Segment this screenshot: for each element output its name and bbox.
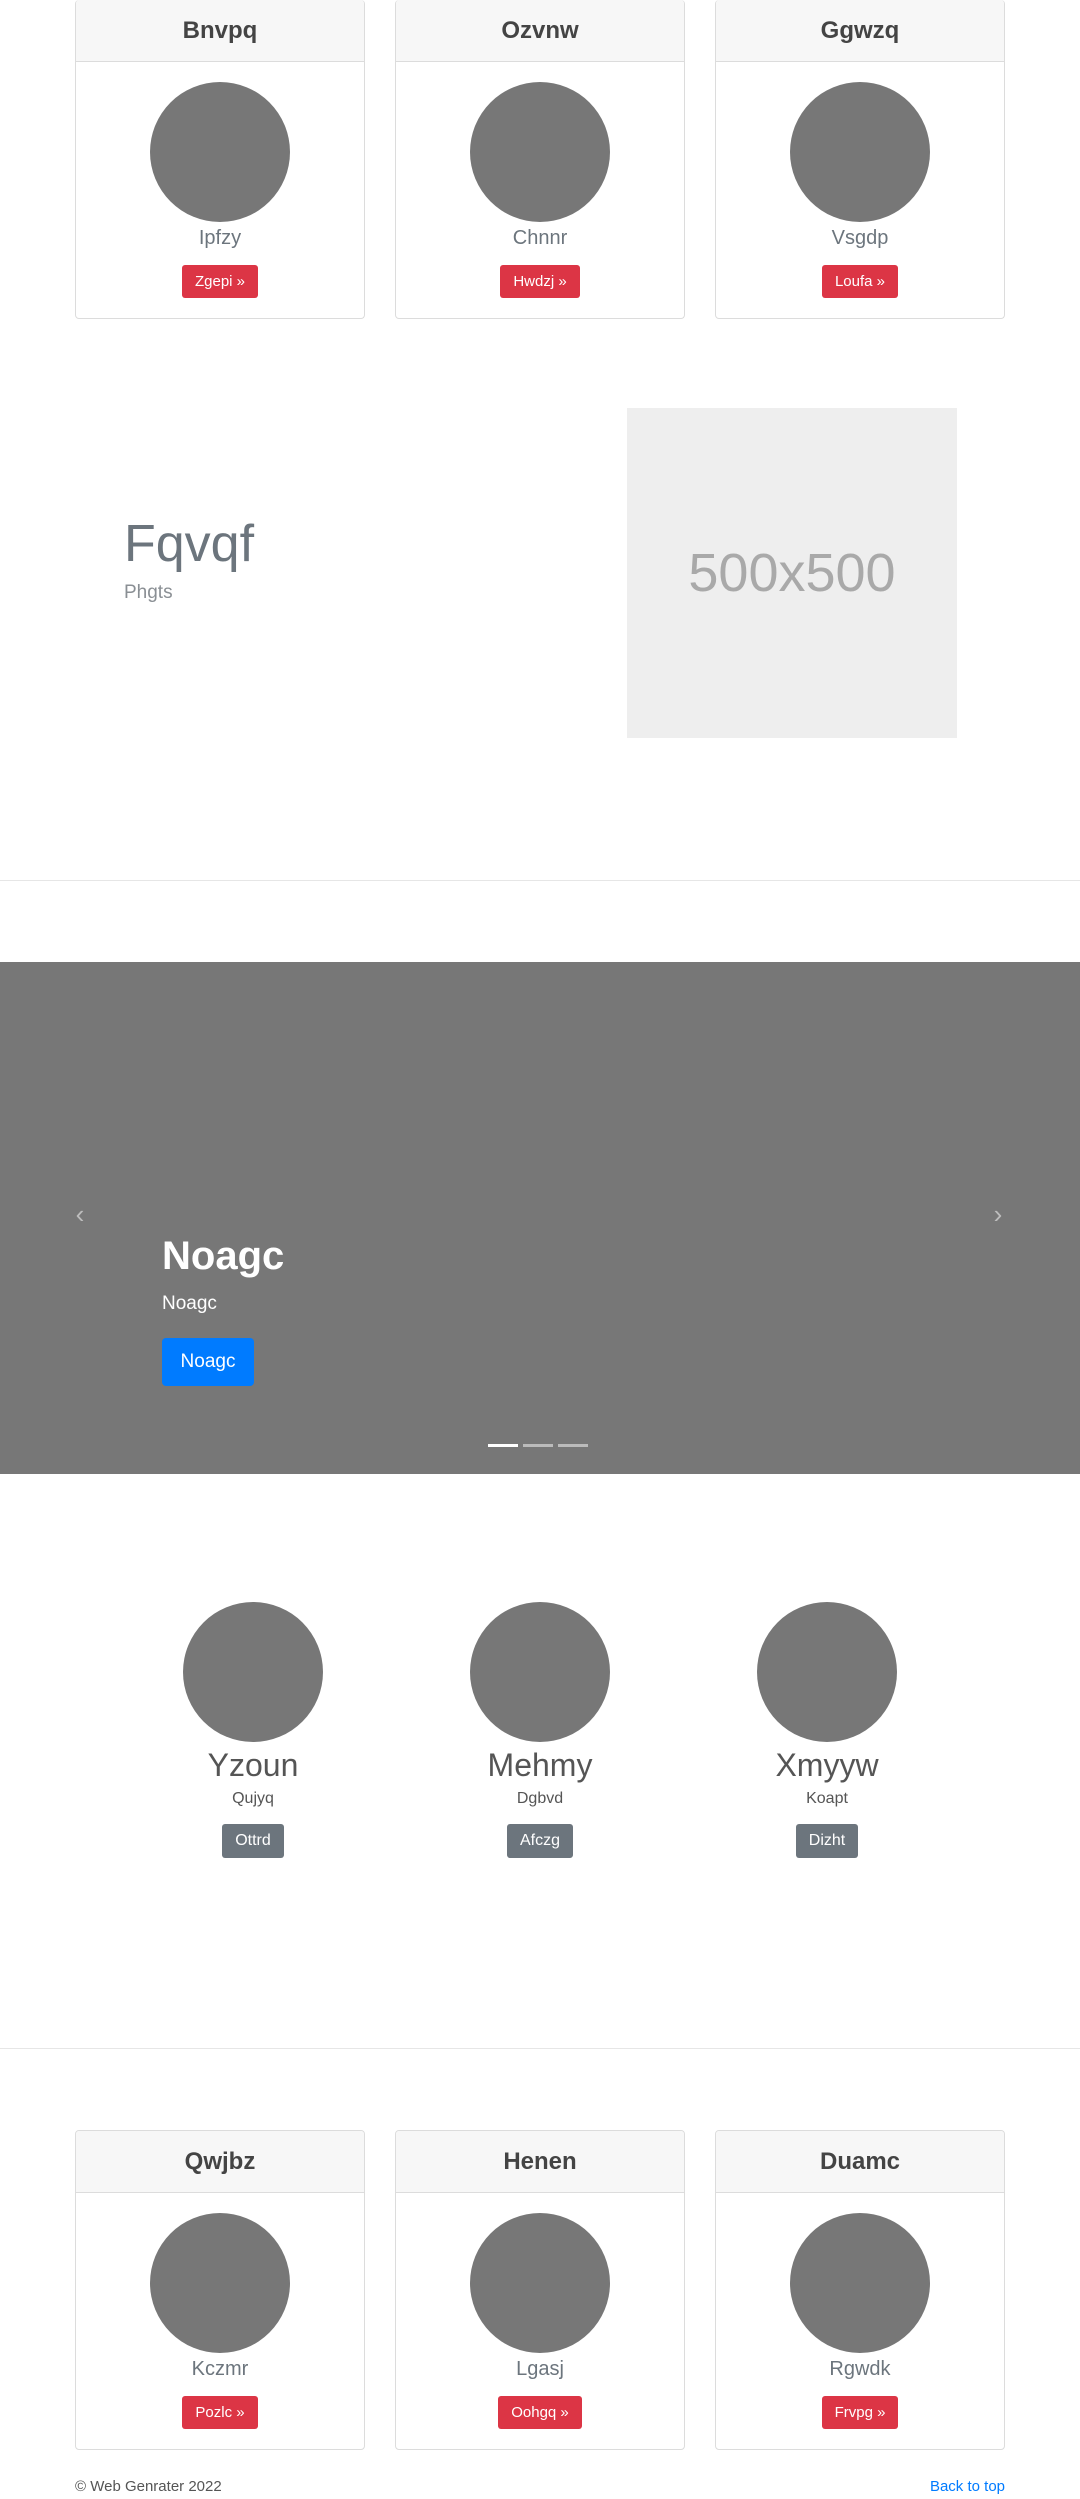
carousel: ‹ › Noagc Noagc Noagc bbox=[0, 962, 1080, 1474]
team-member: Xmyyw Koapt Dizht bbox=[717, 1602, 937, 1858]
card-button[interactable]: Pozlc » bbox=[182, 2396, 258, 2429]
team-member-role: Dgbvd bbox=[516, 1790, 564, 1807]
carousel-indicator[interactable] bbox=[488, 1444, 518, 1447]
carousel-indicator[interactable] bbox=[523, 1444, 553, 1447]
team-member-button[interactable]: Afczg bbox=[506, 1824, 573, 1858]
avatar bbox=[757, 1602, 897, 1742]
divider bbox=[0, 880, 1080, 881]
carousel-next-icon[interactable]: › bbox=[986, 1201, 1010, 1227]
carousel-indicator[interactable] bbox=[558, 1444, 588, 1447]
card: Ozvnw Chnnr Hwdzj » bbox=[395, 0, 685, 319]
card-subtitle: Lgasj bbox=[516, 2358, 564, 2380]
team-member-name: Mehmy bbox=[487, 1747, 593, 1783]
card: Bnvpq Ipfzy Zgepi » bbox=[75, 0, 365, 319]
team-member: Mehmy Dgbvd Afczg bbox=[430, 1602, 650, 1858]
avatar bbox=[790, 2213, 930, 2353]
card-button[interactable]: Oohgq » bbox=[498, 2396, 582, 2429]
team-member-button[interactable]: Dizht bbox=[795, 1824, 859, 1858]
card-subtitle: Vsgdp bbox=[831, 227, 889, 249]
feature-subheading: Phgts bbox=[124, 582, 173, 603]
divider bbox=[0, 2048, 1080, 2049]
card-button[interactable]: Zgepi » bbox=[181, 265, 259, 298]
top-card-row: Bnvpq Ipfzy Zgepi » Ozvnw Chnnr Hwdzj » … bbox=[75, 0, 1005, 319]
card-subtitle: Chnnr bbox=[512, 227, 568, 249]
team-member: Yzoun Qujyq Ottrd bbox=[143, 1602, 363, 1858]
card-title: Duamc bbox=[716, 2131, 1004, 2193]
team-member-role: Qujyq bbox=[232, 1790, 274, 1807]
carousel-indicators bbox=[488, 1444, 588, 1447]
card-title: Ggwzq bbox=[716, 0, 1004, 62]
avatar bbox=[470, 2213, 610, 2353]
carousel-caption-title: Noagc bbox=[162, 1234, 285, 1278]
card-subtitle: Rgwdk bbox=[829, 2358, 891, 2380]
avatar bbox=[150, 82, 290, 222]
carousel-prev-icon[interactable]: ‹ bbox=[68, 1201, 92, 1227]
avatar bbox=[470, 1602, 610, 1742]
card-button[interactable]: Loufa » bbox=[821, 265, 899, 298]
carousel-caption-text: Noagc bbox=[162, 1293, 217, 1314]
card-subtitle: Ipfzy bbox=[198, 227, 242, 249]
card: Qwjbz Kczmr Pozlc » bbox=[75, 2130, 365, 2450]
card-button[interactable]: Frvpg » bbox=[821, 2396, 899, 2429]
card: Duamc Rgwdk Frvpg » bbox=[715, 2130, 1005, 2450]
avatar bbox=[790, 82, 930, 222]
card: Ggwzq Vsgdp Loufa » bbox=[715, 0, 1005, 319]
team-member-name: Yzoun bbox=[207, 1747, 299, 1783]
avatar bbox=[183, 1602, 323, 1742]
avatar bbox=[470, 82, 610, 222]
card-title: Qwjbz bbox=[76, 2131, 364, 2193]
team-member-name: Xmyyw bbox=[775, 1747, 879, 1783]
placeholder-image-label: 500x500 bbox=[688, 543, 896, 603]
feature-heading: Fqvqf bbox=[124, 515, 255, 573]
card-title: Ozvnw bbox=[396, 0, 684, 62]
avatar bbox=[150, 2213, 290, 2353]
carousel-button[interactable]: Noagc bbox=[162, 1338, 254, 1386]
card-subtitle: Kczmr bbox=[191, 2358, 249, 2380]
bottom-card-row: Qwjbz Kczmr Pozlc » Henen Lgasj Oohgq » … bbox=[75, 2130, 1005, 2450]
card: Henen Lgasj Oohgq » bbox=[395, 2130, 685, 2450]
placeholder-image: 500x500 bbox=[627, 408, 957, 738]
card-title: Henen bbox=[396, 2131, 684, 2193]
card-button[interactable]: Hwdzj » bbox=[500, 265, 580, 298]
team-member-role: Koapt bbox=[806, 1790, 848, 1807]
card-title: Bnvpq bbox=[76, 0, 364, 62]
footer-copyright: © Web Genrater 2022 bbox=[75, 2478, 222, 2495]
team-member-button[interactable]: Ottrd bbox=[222, 1824, 284, 1858]
back-to-top-link[interactable]: Back to top bbox=[930, 2478, 1005, 2495]
